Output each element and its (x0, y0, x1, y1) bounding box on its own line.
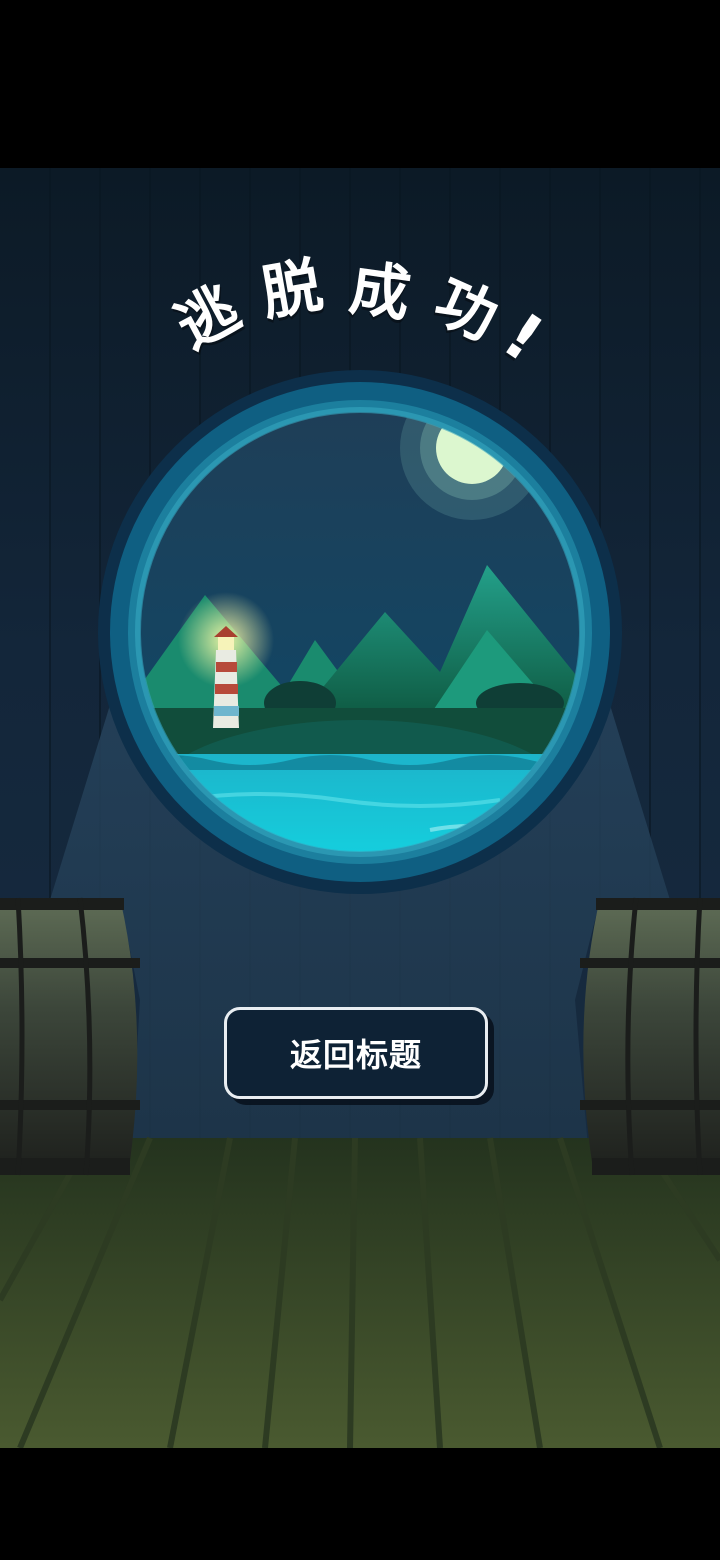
escape-scene (0, 0, 720, 1560)
porthole-window (98, 370, 622, 894)
bottom-bar (0, 1448, 720, 1560)
left-barrel (0, 897, 140, 1176)
return-to-title-label: 返回标题 (289, 1036, 422, 1074)
right-barrel (580, 897, 720, 1176)
return-to-title-button[interactable]: 返回标题 (224, 1007, 488, 1099)
top-bar (0, 0, 720, 168)
